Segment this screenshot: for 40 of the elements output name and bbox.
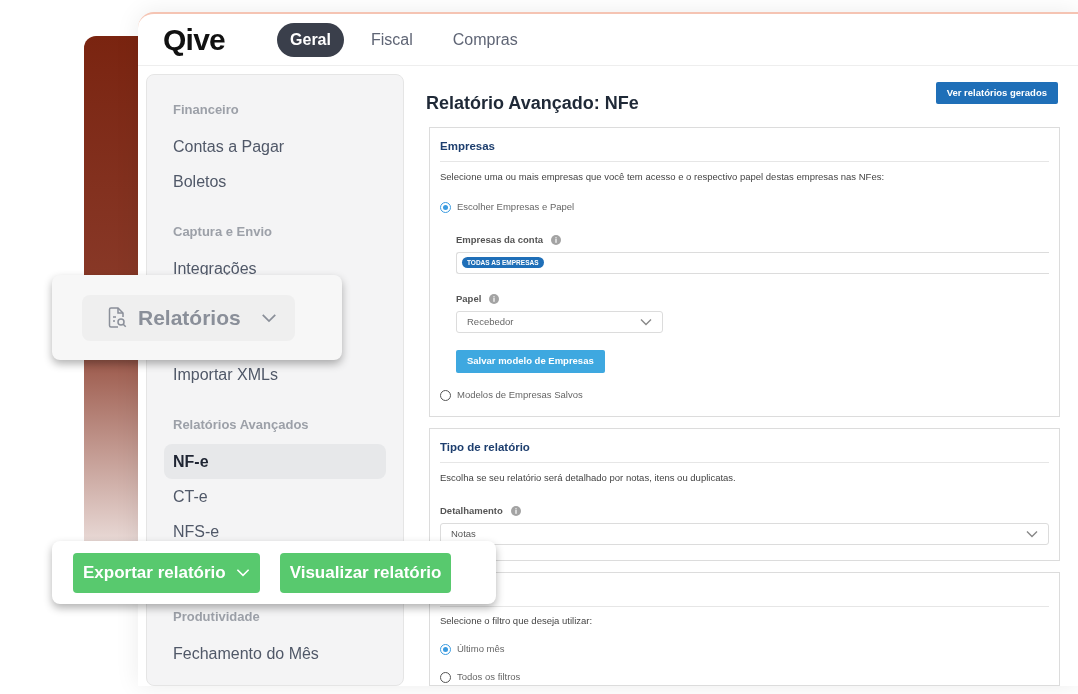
- chevron-down-icon: [1026, 529, 1038, 538]
- info-icon: [489, 293, 500, 304]
- chevron-down-icon: [640, 318, 652, 326]
- sidebar-item[interactable]: Contas a Pagar: [173, 137, 285, 156]
- field-label: Papel: [456, 291, 482, 306]
- radio-label: Modelos de Empresas Salvos: [457, 388, 583, 402]
- chevron-down-icon: [260, 312, 277, 323]
- nav-tab[interactable]: Compras: [439, 22, 531, 57]
- section-heading: Tipo de relatório: [440, 440, 530, 455]
- section-description: Escolha se seu relatório será detalhado por notas, itens ou duplicatas.: [440, 471, 737, 486]
- sidebar-item[interactable]: NF-e: [164, 444, 386, 479]
- info-icon: [551, 234, 562, 245]
- nav-tab[interactable]: Geral: [277, 22, 344, 57]
- nav-tab[interactable]: Fiscal: [357, 22, 426, 57]
- sidebar-item[interactable]: Integrações: [173, 259, 257, 278]
- sidebar-heading: Captura e Envio: [173, 223, 272, 242]
- field-label: Detalhamento: [440, 503, 503, 518]
- generated-reports-button[interactable]: Ver relatórios gerados: [935, 82, 1058, 104]
- radio-label: Último mês: [457, 642, 505, 656]
- sidebar-heading: Relatórios Avançados: [173, 416, 309, 435]
- sidebar-item[interactable]: CT-e: [173, 487, 208, 506]
- logo: Qive: [163, 24, 226, 55]
- field-label: Empresas da conta: [456, 232, 544, 247]
- detail-select[interactable]: Notas: [440, 522, 1049, 545]
- radio-label: Todos os filtros: [457, 670, 521, 685]
- sidebar-heading: Produtividade: [173, 608, 260, 627]
- chevron-down-icon: [235, 568, 250, 577]
- radio-label: Escolher Empresas e Papel: [457, 200, 575, 215]
- document-search-icon: [108, 306, 128, 329]
- sidebar-item[interactable]: Importar XMLs: [173, 365, 278, 384]
- role-select[interactable]: Recebedor: [456, 311, 663, 333]
- section-heading: Empresas: [440, 138, 495, 154]
- sidebar-item[interactable]: Fechamento do Mês: [173, 644, 319, 663]
- page-title: Relatório Avançado: NFe: [426, 92, 639, 115]
- info-icon: [510, 505, 521, 516]
- sidebar-item[interactable]: Boletos: [173, 172, 227, 191]
- section-description: Selecione o filtro que deseja utilizar:: [440, 613, 594, 628]
- sidebar-heading: Financeiro: [173, 101, 239, 120]
- sidebar-item[interactable]: NFS-e: [173, 522, 220, 541]
- section-description: Selecione uma ou mais empresas que você tem acesso e o respectivo papel destas empresas nas NFes:: [440, 170, 886, 184]
